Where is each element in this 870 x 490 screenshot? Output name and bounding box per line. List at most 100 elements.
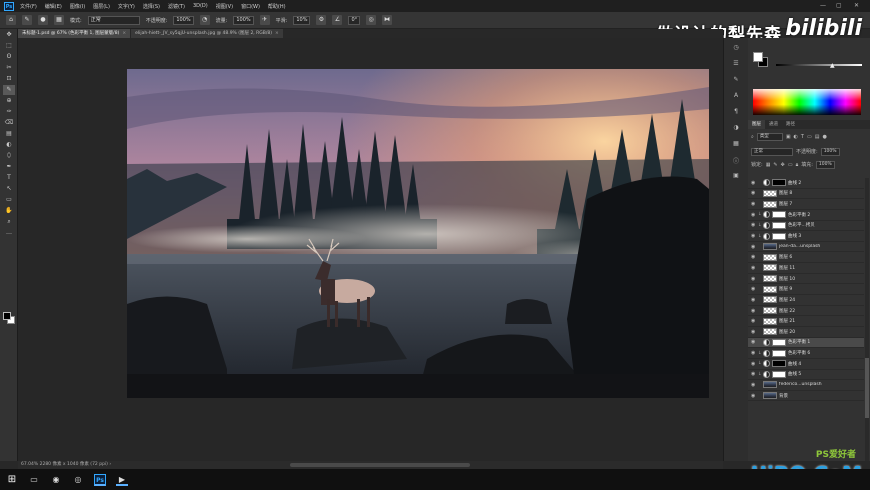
layer-row[interactable]: ◉ 图层 9: [748, 284, 864, 296]
layer-thumbnail[interactable]: [772, 338, 786, 346]
canvas-area[interactable]: [18, 38, 723, 461]
brush-preset-picker[interactable]: ●: [38, 15, 48, 25]
scrollbar-thumb[interactable]: [865, 358, 869, 418]
smooth-field[interactable]: 10%: [293, 15, 311, 25]
tool-icon[interactable]: ↖: [3, 184, 15, 194]
media-player-icon[interactable]: ▶: [116, 474, 128, 486]
layer-row[interactable]: ◉ ↓ 色彩平衡 2: [748, 210, 864, 221]
lock-position-icon[interactable]: ✥: [781, 162, 785, 168]
menu-item[interactable]: 选择(S): [143, 3, 160, 10]
eye-icon[interactable]: ◉: [751, 361, 758, 367]
minimize-button[interactable]: —: [820, 2, 826, 9]
brush-settings-icon[interactable]: ✎: [730, 76, 742, 86]
tab-document-2[interactable]: elijah-hiett-_JV_sy5qjU-unsplash.jpg @ 4…: [131, 29, 283, 38]
layer-row[interactable]: ◉ 图层 6: [748, 252, 864, 264]
menu-item[interactable]: 图层(L): [93, 3, 110, 10]
filter-toggle-icon[interactable]: ●: [822, 134, 826, 140]
pressure-opacity-icon[interactable]: ◔: [199, 15, 210, 25]
eye-icon[interactable]: ◉: [751, 276, 758, 282]
tool-icon[interactable]: ✂: [3, 63, 15, 73]
pixel-filter-icon[interactable]: ▣: [786, 134, 791, 140]
eye-icon[interactable]: ◉: [751, 308, 758, 314]
angle-icon[interactable]: ∠: [332, 15, 343, 25]
layer-thumbnail[interactable]: [763, 307, 777, 314]
panel-foreground-color[interactable]: [753, 52, 763, 62]
layer-thumbnail[interactable]: [763, 243, 777, 251]
eye-icon[interactable]: ◉: [751, 350, 758, 356]
info-icon[interactable]: ⓘ: [730, 156, 742, 166]
tool-icon[interactable]: ✋: [3, 206, 15, 216]
layer-row[interactable]: ◉ 背景: [748, 391, 864, 402]
tool-icon[interactable]: ✎: [3, 85, 15, 95]
foreground-color-swatch[interactable]: [3, 312, 11, 320]
layer-thumbnail[interactable]: [763, 296, 777, 304]
styles-icon[interactable]: ▦: [730, 140, 742, 150]
opacity-field[interactable]: 100%: [173, 15, 194, 25]
layer-row[interactable]: ◉ 图层 21: [748, 316, 864, 327]
properties-icon[interactable]: ☰: [730, 60, 742, 70]
lock-transparency-icon[interactable]: ▦: [766, 162, 771, 168]
photoshop-task-icon[interactable]: Ps: [94, 473, 106, 486]
pressure-size-icon[interactable]: ◎: [366, 15, 377, 25]
menu-item[interactable]: 3D(D): [193, 3, 208, 10]
layer-row[interactable]: ◉ ↓ 色彩平衡 6: [748, 348, 864, 359]
menu-item[interactable]: 文件(F): [20, 3, 37, 10]
tool-icon[interactable]: ✑: [3, 107, 15, 117]
windows-start-icon[interactable]: ⊞: [6, 474, 18, 486]
adjustments-icon[interactable]: ◑: [730, 124, 742, 134]
tool-icon[interactable]: …: [3, 228, 15, 238]
layer-thumbnail[interactable]: [763, 189, 777, 197]
tool-icon[interactable]: ⊡: [3, 74, 15, 84]
tool-icon[interactable]: ʘ: [3, 52, 15, 62]
tab-channels[interactable]: 通道: [765, 120, 782, 129]
layer-row[interactable]: ◉ jean-da...unsplash: [748, 242, 864, 253]
tool-icon[interactable]: ◐: [3, 140, 15, 150]
adjustment-filter-icon[interactable]: ◐: [794, 134, 798, 140]
layer-thumbnail[interactable]: [772, 179, 786, 187]
layer-thumbnail[interactable]: [763, 264, 777, 272]
layer-row[interactable]: ◉ ↓ 色彩平...拷贝: [748, 221, 864, 232]
brightness-slider[interactable]: [776, 64, 862, 66]
chrome-icon[interactable]: ◉: [50, 474, 62, 486]
tool-icon[interactable]: ⊕: [3, 96, 15, 106]
menu-item[interactable]: 滤镜(T): [168, 3, 185, 10]
tab-layers[interactable]: 图层: [748, 120, 765, 129]
menu-item[interactable]: 文字(Y): [118, 3, 135, 10]
layer-opacity-field[interactable]: 100%: [820, 147, 840, 156]
eye-icon[interactable]: ◉: [751, 371, 758, 377]
eye-icon[interactable]: ◉: [751, 297, 758, 303]
character-icon[interactable]: A: [730, 92, 742, 102]
layer-row[interactable]: ◉ ↓ 曲线 3: [748, 231, 864, 242]
shape-filter-icon[interactable]: ▭: [807, 134, 812, 140]
layer-thumbnail[interactable]: [763, 275, 777, 283]
symmetry-icon[interactable]: ⧓: [382, 15, 393, 25]
layers-scrollbar[interactable]: [865, 178, 869, 461]
libraries-icon[interactable]: ▣: [730, 172, 742, 182]
menu-item[interactable]: 帮助(H): [268, 3, 286, 10]
brush-settings-icon[interactable]: ▦: [54, 15, 64, 25]
flow-field[interactable]: 100%: [233, 15, 254, 25]
tool-icon[interactable]: ▤: [3, 129, 15, 139]
tool-icon[interactable]: ⌕: [3, 217, 15, 227]
tab-document-1[interactable]: 未标题-1.psd @ 67% (色彩平衡 1, 图层蒙版/8) ×: [18, 29, 131, 38]
mode-select[interactable]: 正常: [87, 15, 140, 25]
home-icon[interactable]: ⌂: [6, 15, 16, 25]
paragraph-icon[interactable]: ¶: [730, 108, 742, 118]
smart-object-filter-icon[interactable]: ▤: [815, 134, 820, 140]
layer-row[interactable]: ◉ 图层 10: [748, 274, 864, 285]
tool-icon[interactable]: ⬚: [3, 41, 15, 51]
layer-thumbnail[interactable]: [772, 211, 786, 219]
blend-mode-select[interactable]: 正常: [751, 147, 793, 156]
eye-icon[interactable]: ◉: [751, 339, 758, 345]
layer-thumbnail[interactable]: [763, 317, 777, 325]
eye-icon[interactable]: ◉: [751, 254, 758, 260]
tab-paths[interactable]: 路径: [782, 120, 799, 129]
layer-row[interactable]: ◉ 图层 20: [748, 327, 864, 338]
history-icon[interactable]: ◷: [730, 44, 742, 54]
artwork-canvas[interactable]: [127, 69, 709, 398]
brush-tool-icon[interactable]: ✎: [22, 15, 32, 25]
menu-item[interactable]: 编辑(E): [45, 3, 62, 10]
layer-thumbnail[interactable]: [763, 381, 777, 389]
filter-type-select[interactable]: 类型: [756, 132, 783, 141]
eye-icon[interactable]: ◉: [751, 233, 758, 239]
